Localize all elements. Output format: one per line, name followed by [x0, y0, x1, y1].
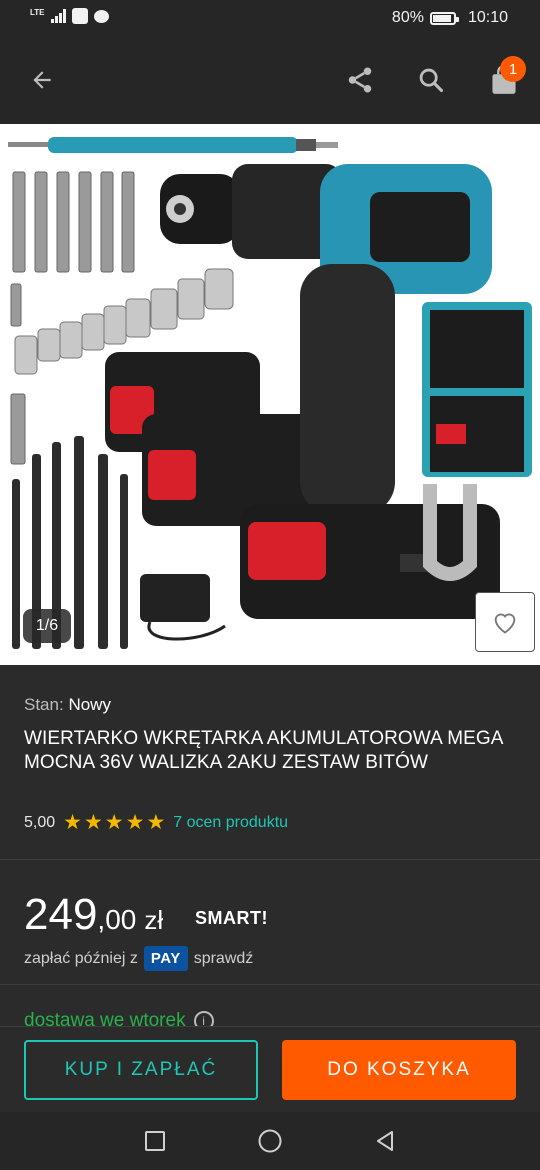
heart-icon	[494, 613, 516, 634]
back-button[interactable]	[18, 56, 66, 104]
battery-icon	[429, 11, 459, 25]
pay-later-text: zapłać później z	[24, 949, 138, 967]
product-title: WIERTARKO WKRĘTARKA AKUMULATOROWA MEGA M…	[24, 728, 503, 773]
price-currency: zł	[144, 905, 164, 935]
carrying-case	[422, 302, 532, 477]
price-integer: 249	[24, 890, 98, 939]
add-to-cart-button[interactable]: DO KOSZYKA	[282, 1040, 516, 1100]
signal-icon	[50, 9, 66, 23]
status-right: 80% 10:10	[392, 9, 508, 27]
cart-button[interactable]: 1	[480, 56, 528, 104]
price: 249 ,00 zł	[24, 890, 163, 940]
image-counter: 1/6	[23, 609, 71, 643]
favorite-button[interactable]	[475, 592, 535, 652]
square-icon	[145, 1131, 165, 1151]
price-decimal: ,00	[97, 904, 137, 935]
network-type: LTE	[30, 7, 45, 17]
reviews-link[interactable]: 7 ocen produktu	[173, 814, 288, 832]
status-bar: LTE 80% 10:10	[0, 0, 540, 38]
smart-badge[interactable]: SMART!	[195, 908, 268, 929]
triangle-back-icon	[377, 1131, 393, 1151]
price-block: 249 ,00 zł SMART! zapłać później z PAY s…	[0, 860, 540, 985]
condition: Stan: Nowy	[24, 695, 111, 715]
battery-percent: 80%	[391, 9, 424, 26]
star-icon: ★	[63, 811, 82, 834]
rating-value: 5,00	[24, 814, 56, 831]
status-indicators: LTE	[30, 8, 109, 24]
star-icon: ★	[104, 811, 124, 834]
buy-now-button[interactable]: KUP I ZAPŁAĆ	[24, 1040, 258, 1100]
rating-row: 5,00 ★ ★ ★ ★ ★ 7 ocen produktu	[24, 811, 288, 834]
home-button[interactable]	[255, 1126, 285, 1156]
notification-app-icon	[71, 8, 88, 24]
recents-button[interactable]	[140, 1126, 170, 1156]
pay-badge: PAY	[143, 946, 188, 971]
system-navigation-bar	[0, 1112, 540, 1170]
spare-batteries	[105, 352, 322, 526]
rating-stars: ★ ★ ★ ★ ★	[63, 811, 166, 834]
smart-label: SMART!	[195, 908, 268, 928]
product-photo	[8, 137, 532, 649]
action-bar: KUP I ZAPŁAĆ DO KOSZYKA	[0, 1026, 540, 1112]
search-button[interactable]	[407, 56, 455, 104]
charger	[140, 574, 226, 641]
app-top-bar: 1	[0, 38, 540, 124]
circle-icon	[258, 1129, 282, 1153]
back-nav-button[interactable]	[370, 1126, 400, 1156]
star-icon: ★	[83, 811, 103, 834]
message-icon	[93, 9, 109, 23]
pay-later-row: zapłać później z PAY sprawdź	[24, 946, 253, 971]
cart-count-badge: 1	[500, 56, 526, 82]
star-icon: ★	[125, 811, 145, 834]
star-icon: ★	[146, 811, 166, 834]
product-info: Stan: Nowy WIERTARKO WKRĘTARKA AKUMULATO…	[0, 665, 540, 860]
arrow-left-icon	[33, 71, 51, 89]
condition-label: Stan:	[24, 695, 64, 714]
clock: 10:10	[467, 9, 508, 26]
share-icon	[348, 67, 372, 93]
flexible-shaft-extension	[8, 137, 338, 153]
share-button[interactable]	[336, 56, 384, 104]
pay-check-link[interactable]: sprawdź	[194, 950, 254, 968]
search-icon	[419, 68, 444, 93]
condition-value: Nowy	[68, 695, 111, 714]
product-image-gallery[interactable]: 1/6	[0, 124, 540, 665]
